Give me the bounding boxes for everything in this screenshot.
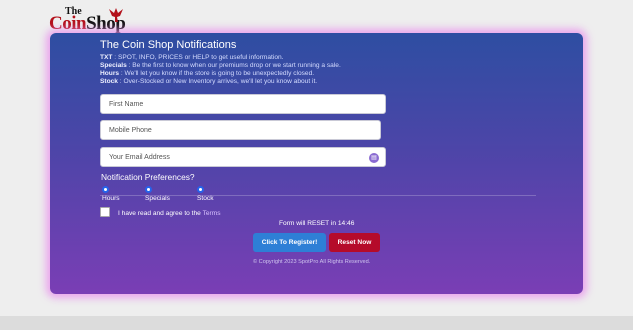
info-description: TXT : SPOT, INFO, PRICES or HELP to get … bbox=[100, 54, 460, 86]
register-button[interactable]: Click To Register! bbox=[253, 233, 326, 252]
eagle-icon bbox=[109, 8, 123, 22]
coin-shop-logo[interactable]: The CoinShop bbox=[49, 6, 129, 34]
terms-checkbox[interactable] bbox=[100, 207, 110, 217]
copyright-text: © Copyright 2023 SpotPro All Rights Rese… bbox=[253, 259, 371, 265]
reset-now-button[interactable]: Reset Now bbox=[329, 233, 380, 252]
email-placeholder: Your Email Address bbox=[109, 154, 170, 161]
card-title: The Coin Shop Notifications bbox=[100, 39, 237, 51]
contact-card-icon[interactable]: ▤ bbox=[369, 153, 379, 163]
radio-hours[interactable] bbox=[102, 185, 109, 193]
section-divider bbox=[100, 195, 536, 196]
mobile-phone-placeholder: Mobile Phone bbox=[109, 127, 152, 134]
logo-text-coin: Coin bbox=[49, 13, 87, 34]
info-line-txt: TXT : SPOT, INFO, PRICES or HELP to get … bbox=[100, 54, 284, 61]
email-input[interactable]: Your Email Address ▤ bbox=[100, 147, 386, 167]
page-footer-band bbox=[0, 316, 633, 330]
pref-stock[interactable]: Stock bbox=[197, 185, 214, 203]
reset-countdown: Form will RESET in 14:46 bbox=[279, 220, 355, 227]
radio-specials[interactable] bbox=[145, 185, 152, 193]
first-name-input[interactable]: First Name bbox=[100, 94, 386, 114]
mobile-phone-input[interactable]: Mobile Phone bbox=[100, 120, 381, 140]
pref-hours[interactable]: Hours bbox=[102, 185, 120, 203]
preferences-title: Notification Preferences? bbox=[101, 172, 195, 182]
notification-signup-card: The Coin Shop Notifications TXT : SPOT, … bbox=[50, 33, 583, 294]
radio-stock[interactable] bbox=[197, 185, 204, 193]
info-line-hours: Hours : We'll let you know if the store … bbox=[100, 70, 315, 77]
first-name-placeholder: First Name bbox=[109, 101, 144, 108]
info-line-stock: Stock : Over-Stocked or New Inventory ar… bbox=[100, 78, 318, 85]
pref-specials[interactable]: Specials bbox=[145, 185, 170, 203]
terms-label: I have read and agree to the Terms bbox=[118, 210, 221, 217]
terms-link[interactable]: Terms bbox=[203, 210, 221, 217]
info-line-specials: Specials : Be the first to know when our… bbox=[100, 62, 341, 69]
